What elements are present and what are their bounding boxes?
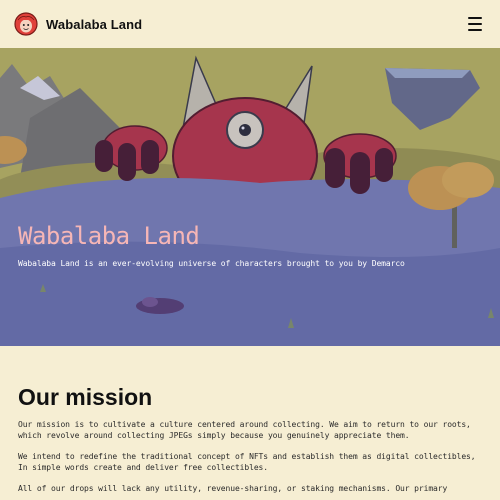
hero-title: Wabalaba Land — [18, 222, 200, 250]
hero-overlay — [0, 48, 500, 346]
hero-illustration — [0, 48, 500, 346]
top-navbar: Wabalaba Land — [0, 0, 500, 48]
mission-section: Our mission Our mission is to cultivate … — [0, 384, 500, 494]
mission-paragraph: Our mission is to cultivate a culture ce… — [18, 420, 471, 440]
mission-paragraph: We intend to redefine the traditional co… — [18, 452, 476, 472]
hero-subtitle: Wabalaba Land is an ever-evolving univer… — [18, 259, 405, 268]
mission-paragraph: All of our drops will lack any utility, … — [18, 484, 448, 493]
hero-banner: Wabalaba Land Wabalaba Land is an ever-e… — [0, 48, 500, 346]
mission-heading: Our mission — [18, 384, 153, 410]
brand-name[interactable]: Wabalaba Land — [46, 17, 142, 32]
hamburger-menu-icon[interactable] — [468, 17, 482, 31]
red-monster-logo-icon[interactable] — [14, 12, 38, 36]
